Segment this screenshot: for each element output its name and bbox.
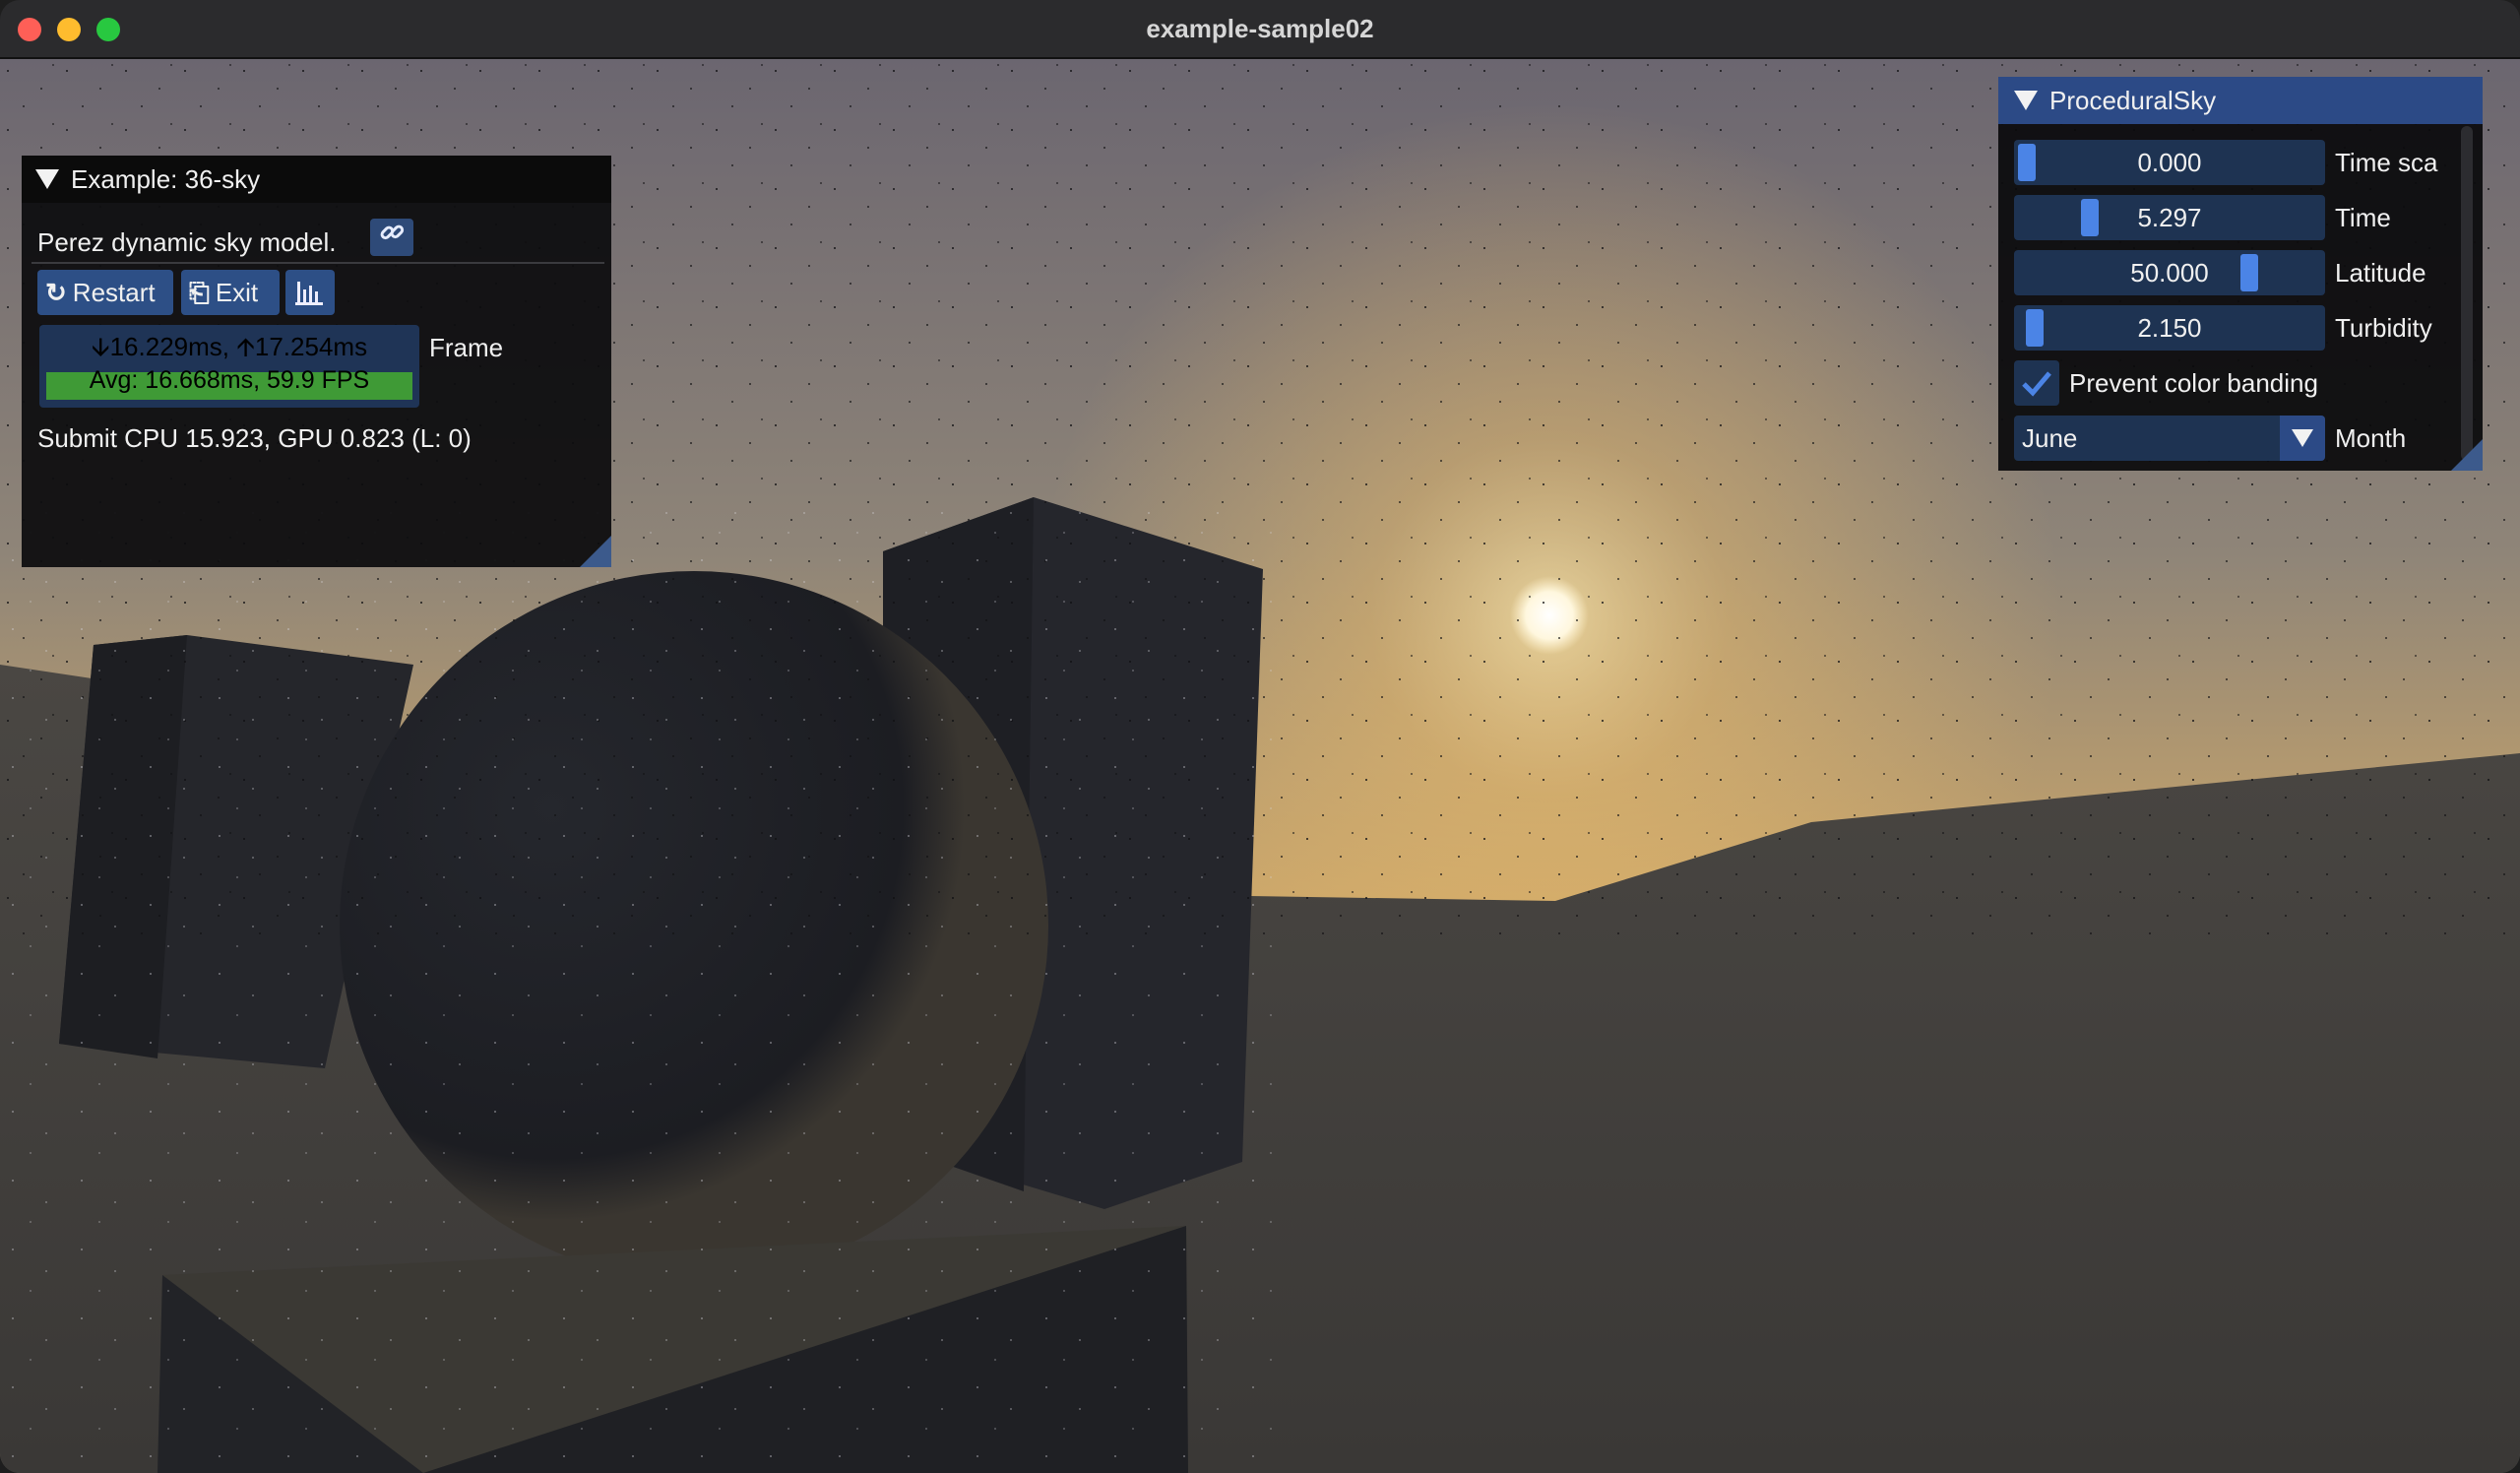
- collapse-triangle-icon[interactable]: [35, 169, 59, 189]
- exit-button[interactable]: ⎗ Exit: [181, 270, 280, 315]
- sky-resize-grip[interactable]: [2451, 439, 2483, 471]
- time-scale-row: 0.000 Time sca: [2014, 140, 2477, 185]
- time-label: Time: [2335, 203, 2391, 232]
- latitude-row: 50.000 Latitude: [2014, 250, 2477, 295]
- month-combo-value: June: [2022, 423, 2078, 453]
- procedural-sky-panel: ProceduralSky 0.000 Time sca 5.297 Time …: [1998, 77, 2483, 471]
- example-panel-title: Example: 36-sky: [71, 164, 261, 194]
- turbidity-slider[interactable]: 2.150: [2014, 305, 2325, 351]
- example-panel-header[interactable]: Example: 36-sky: [22, 156, 611, 203]
- checkmark-icon: [2022, 371, 2051, 397]
- sky-panel-scrollbar[interactable]: [2461, 126, 2473, 461]
- title-bar: example-sample02: [0, 0, 2520, 59]
- separator: [32, 262, 604, 264]
- exit-icon: ⎗: [189, 278, 210, 307]
- time-slider[interactable]: 5.297: [2014, 195, 2325, 240]
- chevron-down-icon[interactable]: [2280, 416, 2325, 461]
- stats-button[interactable]: [285, 270, 335, 315]
- link-icon[interactable]: [370, 219, 413, 256]
- chart-icon: [285, 282, 335, 321]
- description-text: Perez dynamic sky model.: [37, 227, 337, 257]
- submit-stats: Submit CPU 15.923, GPU 0.823 (L: 0): [37, 423, 472, 453]
- restart-button[interactable]: ↻ Restart: [37, 270, 173, 315]
- prevent-color-banding-label: Prevent color banding: [2069, 368, 2318, 398]
- frame-label: Frame: [429, 333, 504, 362]
- collapse-triangle-icon[interactable]: [2014, 91, 2038, 110]
- sky-panel-title: ProceduralSky: [2049, 86, 2217, 115]
- time-scale-label: Time sca: [2335, 148, 2438, 177]
- latitude-label: Latitude: [2335, 258, 2426, 288]
- month-combo[interactable]: June: [2014, 416, 2325, 461]
- turbidity-row: 2.150 Turbidity: [2014, 305, 2477, 351]
- window-title: example-sample02: [1146, 14, 1374, 43]
- prevent-color-banding-checkbox[interactable]: [2014, 360, 2059, 406]
- time-scale-slider[interactable]: 0.000: [2014, 140, 2325, 185]
- time-row: 5.297 Time: [2014, 195, 2477, 240]
- frame-average: Avg: 16.668ms, 59.9 FPS: [89, 366, 370, 394]
- example-resize-grip[interactable]: [580, 536, 611, 567]
- month-label: Month: [2335, 423, 2407, 453]
- turbidity-label: Turbidity: [2335, 313, 2432, 343]
- sky-panel-header[interactable]: ProceduralSky: [1998, 77, 2483, 124]
- color-banding-row: Prevent color banding: [2014, 360, 2477, 406]
- restart-icon: ↻: [45, 278, 67, 307]
- month-row: June Month: [2014, 416, 2477, 461]
- frame-time-graph: 🡫16.229ms, 🡩17.254ms Avg: 16.668ms, 59.9…: [39, 325, 419, 408]
- app-window: example-sample02 Example: 36-sky Perez d…: [0, 0, 2520, 1473]
- latitude-slider[interactable]: 50.000: [2014, 250, 2325, 295]
